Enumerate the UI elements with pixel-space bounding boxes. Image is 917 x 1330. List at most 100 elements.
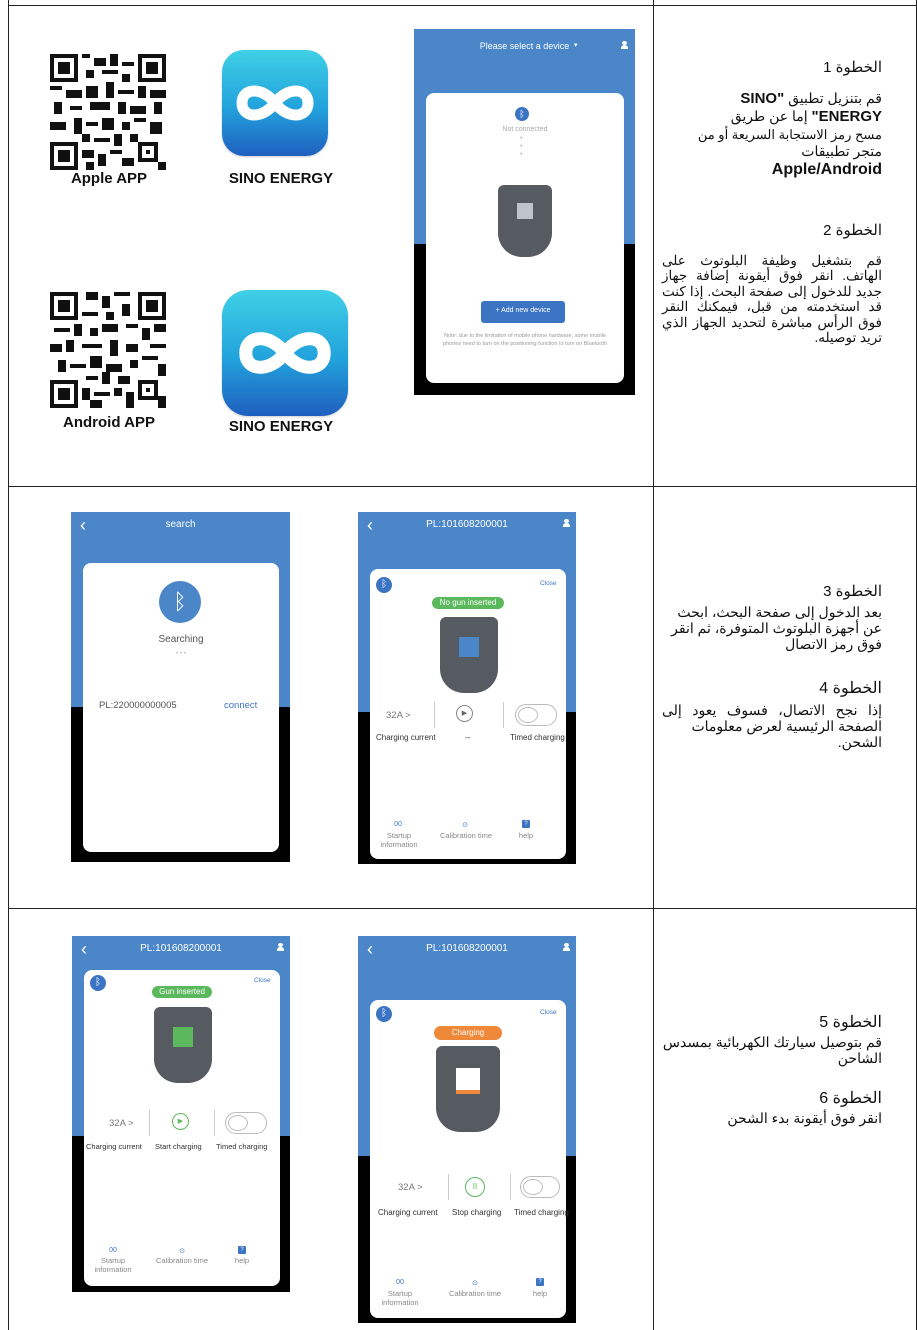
calibration-icon[interactable]: ⊙ — [466, 1279, 484, 1287]
current-value[interactable]: 32A > — [109, 1118, 134, 1129]
help-label[interactable]: help — [510, 831, 542, 840]
close-link[interactable]: Close — [254, 977, 271, 984]
device-card: ᛒ Not connected • • • + Add new device Not… — [426, 93, 624, 383]
close-link[interactable]: Close — [540, 1009, 557, 1016]
label-charging-current: Charging current — [86, 1142, 142, 1151]
user-icon[interactable] — [563, 943, 570, 952]
help-icon[interactable]: ? — [238, 1246, 246, 1254]
label-dash: -- — [465, 733, 471, 742]
vertical-dots: • • • — [520, 135, 523, 158]
timed-charging-toggle[interactable] — [515, 704, 557, 726]
device-title: PL:101608200001 — [426, 943, 508, 954]
bluetooth-note: Note: due to the limitation of mobile ph… — [443, 333, 607, 347]
help-icon[interactable]: ? — [522, 820, 530, 828]
help-label[interactable]: help — [524, 1289, 556, 1298]
calibration-icon[interactable]: ⊙ — [456, 821, 474, 829]
search-screenshot: ‹ search ᛒ Searching • • • PL:2200000000… — [71, 512, 290, 862]
device-select-screenshot: Please select a device ▾ ᛒ Not connected… — [414, 29, 635, 395]
step-6-title: الخطوة 6 — [819, 1090, 882, 1108]
calibration-label[interactable]: Calibration time — [152, 1256, 212, 1265]
connection-status: Not connected — [502, 126, 548, 133]
infinity-logo-icon — [236, 85, 314, 121]
row-divider-1 — [8, 486, 917, 487]
label-charging-current: Charging current — [376, 733, 436, 742]
label-timed-charging: Timed charging — [216, 1142, 268, 1151]
step-3-4-text: الخطوة 3 بعد الدخول إلى صفحة البحث، ابحث… — [662, 582, 882, 751]
startup-info-label[interactable]: Startup information — [92, 1256, 134, 1274]
stop-charging-icon[interactable]: II — [465, 1177, 485, 1197]
home-screenshot-charging: ‹ PL:101608200001 ᛒ Close Charging 32A >… — [358, 936, 576, 1323]
step-1-line1: قم بتنزيل تطبيق — [784, 90, 882, 106]
step-3-text: بعد الدخول إلى صفحة البحث، ابحث عن أجهزة… — [671, 604, 882, 653]
timed-charging-toggle[interactable] — [225, 1112, 267, 1134]
infinity-logo-icon — [239, 332, 331, 374]
user-icon[interactable] — [277, 943, 284, 952]
startup-info-label[interactable]: Startup information — [379, 1289, 421, 1307]
label-charging-current: Charging current — [378, 1208, 438, 1217]
instruction-table: Apple APP SINO ENERGY Android APP SINO E… — [0, 0, 917, 1330]
charger-graphic — [498, 185, 552, 257]
searching-dots: • • • — [176, 651, 186, 657]
timed-charging-toggle[interactable] — [520, 1176, 560, 1198]
home-screenshot-gun-inserted: ‹ PL:101608200001 ᛒ Close Gun inserted 3… — [72, 936, 290, 1292]
start-charging-icon[interactable]: ▶ — [172, 1113, 189, 1130]
step-1-2-text: الخطوة 1 قم بتنزيل تطبيق "SINO ENERGY" إ… — [662, 58, 882, 346]
device-title: PL:101608200001 — [426, 519, 508, 530]
bluetooth-icon: ᛒ — [376, 577, 392, 593]
android-qr-code — [50, 292, 166, 408]
device-title: PL:101608200001 — [140, 943, 222, 954]
step-4-text-end: الشحن. — [837, 734, 882, 751]
calibration-label[interactable]: Calibration time — [436, 831, 496, 840]
step-1-line3: مسح رمز الاستجابة السريعة أو من — [697, 127, 882, 142]
apple-app-caption: Apple APP — [70, 170, 148, 187]
step-1-line4: متجر تطبيقات — [801, 142, 882, 159]
calibration-icon[interactable]: ⊙ — [173, 1247, 191, 1255]
step-5-title: الخطوة 5 — [819, 1014, 882, 1031]
status-badge: Gun inserted — [152, 986, 212, 998]
current-value[interactable]: 32A > — [398, 1182, 423, 1193]
step-1-stores: Apple/Android — [771, 160, 882, 178]
step-5-6-text: الخطوة 5 قم بتوصيل سيارتك الكهربائية بمس… — [662, 1012, 882, 1126]
startup-info-label[interactable]: Startup information — [378, 831, 420, 849]
bluetooth-large-icon: ᛒ — [159, 581, 201, 623]
step-1-app-name-b: ENERGY" — [811, 108, 882, 125]
table-border-top — [8, 5, 917, 6]
row-divider-2 — [8, 908, 917, 909]
help-label[interactable]: help — [226, 1256, 258, 1265]
apple-qr-code — [50, 54, 166, 170]
home-screenshot-no-gun: ‹ PL:101608200001 ᛒ Close No gun inserte… — [358, 512, 576, 864]
step-6-text: انقر فوق أيقونة بدء الشحن — [727, 1110, 882, 1127]
calibration-label[interactable]: Calibration time — [445, 1289, 505, 1298]
current-value[interactable]: 32A > — [386, 710, 411, 721]
charger-graphic — [436, 1046, 500, 1132]
home-card: ᛒ Close No gun inserted 32A > ▶ Charging… — [370, 569, 566, 859]
startup-info-icon[interactable]: 00 — [104, 1247, 122, 1254]
sino-energy-app-icon[interactable] — [222, 50, 328, 156]
startup-info-icon[interactable]: 00 — [391, 1279, 409, 1286]
search-title: search — [165, 519, 196, 530]
add-device-button[interactable]: + Add new device — [481, 301, 565, 323]
play-icon[interactable]: ▶ — [456, 705, 473, 722]
found-device-id: PL:220000000005 — [99, 700, 177, 711]
startup-info-icon[interactable]: 00 — [389, 821, 407, 828]
step-5-text: قم بتوصيل سيارتك الكهربائية بمسدس الشاحن — [662, 1034, 882, 1067]
table-border-left — [8, 0, 9, 1330]
label-stop-charging: Stop charging — [452, 1208, 502, 1217]
label-timed-charging: Timed charging — [510, 733, 565, 742]
user-icon[interactable] — [621, 41, 628, 50]
dropdown-caret-icon: ▾ — [574, 42, 578, 49]
close-link[interactable]: Close — [540, 580, 557, 587]
bluetooth-icon: ᛒ — [515, 107, 529, 121]
bluetooth-icon: ᛒ — [376, 1006, 392, 1022]
home-card: ᛒ Close Gun inserted 32A > ▶ Charging cu… — [84, 970, 280, 1286]
app-name-caption-1: SINO ENERGY — [228, 170, 334, 187]
step-2-text: قم بتشغيل وظيفة البلوتوث على الهاتف. انق… — [662, 252, 882, 346]
status-badge: No gun inserted — [432, 597, 504, 609]
user-icon[interactable] — [563, 519, 570, 528]
device-select-title[interactable]: Please select a device — [414, 41, 635, 51]
sino-energy-app-icon-2[interactable] — [222, 290, 348, 416]
label-start-charging: Start charging — [155, 1142, 202, 1151]
label-timed-charging: Timed charging — [514, 1208, 569, 1217]
connect-link[interactable]: connect — [224, 700, 257, 711]
help-icon[interactable]: ? — [536, 1278, 544, 1286]
